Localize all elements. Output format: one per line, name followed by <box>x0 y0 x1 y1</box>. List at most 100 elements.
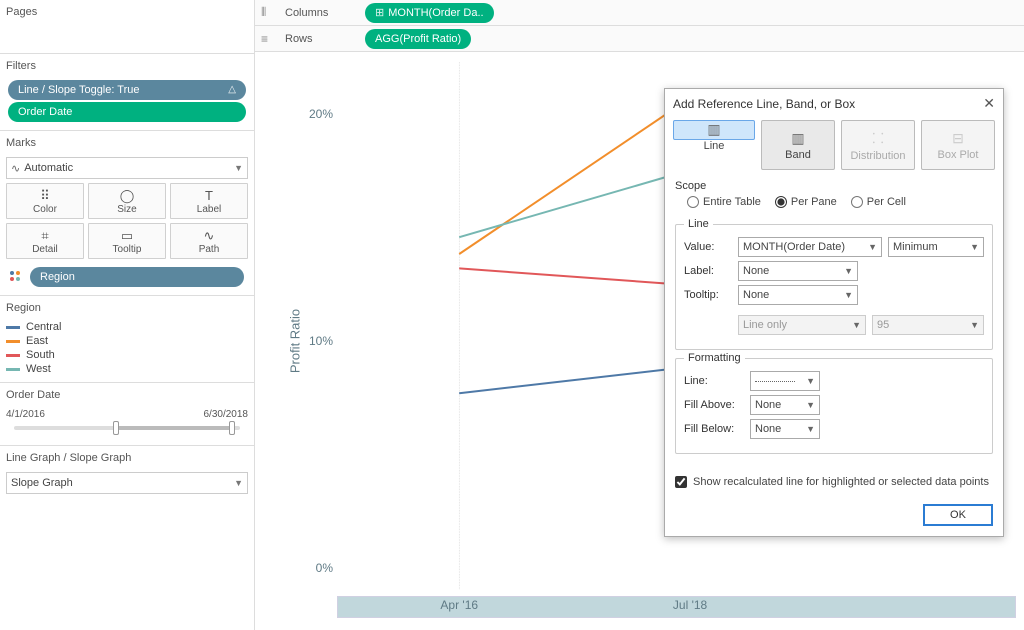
mark-card-path[interactable]: ∿Path <box>170 223 248 259</box>
y-tick: 0% <box>316 561 333 575</box>
ok-button[interactable]: OK <box>923 504 993 526</box>
tab-icon: ⸬ <box>872 129 884 148</box>
rows-icon: ≡ <box>261 32 275 46</box>
columns-icon: ⦀ <box>261 5 275 20</box>
tooltip-select[interactable]: None▼ <box>738 285 858 305</box>
chevron-down-icon: ▼ <box>234 163 243 173</box>
order-date-title: Order Date <box>6 387 248 407</box>
param-dropdown[interactable]: Slope Graph ▼ <box>6 472 248 494</box>
filter-pill-0[interactable]: Line / Slope Toggle: True△ <box>8 80 246 100</box>
columns-pill[interactable]: ⊞MONTH(Order Da.. <box>365 3 494 23</box>
mark-card-detail[interactable]: ⌗Detail <box>6 223 84 259</box>
detail-icon: ⌗ <box>7 228 83 244</box>
dialog-tab-band[interactable]: ▥Band <box>761 120 835 170</box>
series-line-west[interactable] <box>459 170 690 237</box>
tab-icon: ⊟ <box>952 130 964 147</box>
chevron-down-icon: ▼ <box>234 478 243 488</box>
fill-below-label: Fill Below: <box>684 423 744 435</box>
scope-group: Scope Entire Table Per Pane Per Cell <box>675 180 993 216</box>
order-date-range[interactable]: 4/1/2016 6/30/2018 <box>6 409 248 439</box>
order-date-to: 6/30/2018 <box>204 409 249 420</box>
formatting-title: Formatting <box>684 352 745 364</box>
y-tick: 20% <box>309 107 333 121</box>
legend-item-central[interactable]: Central <box>6 320 248 334</box>
mark-type-value: Automatic <box>24 162 73 174</box>
y-axis-title: Profit Ratio <box>288 309 303 373</box>
line-group-title: Line <box>684 218 713 230</box>
line-style-label: Line: <box>684 375 744 387</box>
pages-title: Pages <box>6 4 248 24</box>
tooltip-icon: ▭ <box>89 228 165 244</box>
dialog-tab-box-plot: ⊟Box Plot <box>921 120 995 170</box>
color-encoding-icon <box>8 270 22 285</box>
value-field-select[interactable]: MONTH(Order Date)▼ <box>738 237 882 257</box>
fill-above-label: Fill Above: <box>684 399 744 411</box>
rows-shelf[interactable]: ≡ Rows AGG(Profit Ratio) <box>255 26 1024 52</box>
mark-card-tooltip[interactable]: ▭Tooltip <box>88 223 166 259</box>
legend-item-south[interactable]: South <box>6 348 248 362</box>
mark-type-dropdown[interactable]: ∿ Automatic ▼ <box>6 157 248 179</box>
order-date-from: 4/1/2016 <box>6 409 45 420</box>
filters-title: Filters <box>6 58 248 78</box>
tab-icon: ▥ <box>791 130 804 147</box>
fill-above-select[interactable]: None▼ <box>750 395 820 415</box>
filters-panel: Filters Line / Slope Toggle: True△Order … <box>0 54 254 131</box>
mark-card-color[interactable]: ⠿Color <box>6 183 84 219</box>
rows-label: Rows <box>285 33 353 45</box>
legend-item-east[interactable]: East <box>6 334 248 348</box>
param-value: Slope Graph <box>11 477 73 489</box>
recalc-checkbox[interactable] <box>675 476 687 488</box>
mark-card-size[interactable]: ◯Size <box>88 183 166 219</box>
scope-radio-entire-table[interactable]: Entire Table <box>687 196 761 208</box>
dialog-title: Add Reference Line, Band, or Box <box>673 97 855 111</box>
reference-line-dialog: Add Reference Line, Band, or Box ✕ ▥Line… <box>664 88 1004 537</box>
marks-title: Marks <box>6 135 248 155</box>
mark-card-label[interactable]: TLabel <box>170 183 248 219</box>
columns-shelf[interactable]: ⦀ Columns ⊞MONTH(Order Da.. <box>255 0 1024 26</box>
formatting-group: Formatting Line: ▼ Fill Above: None▼ Fil… <box>675 358 993 454</box>
series-line-south[interactable] <box>459 268 690 285</box>
marks-region-pill[interactable]: Region <box>30 267 244 287</box>
size-icon: ◯ <box>89 188 165 204</box>
range-handle-start[interactable] <box>113 421 119 435</box>
pages-panel: Pages <box>0 0 254 54</box>
param-panel: Line Graph / Slope Graph Slope Graph ▼ <box>0 446 254 504</box>
line-group: Line Value: MONTH(Order Date)▼ Minimum▼ … <box>675 224 993 350</box>
label-icon: T <box>171 188 247 204</box>
value-agg-select[interactable]: Minimum▼ <box>888 237 984 257</box>
label-label: Label: <box>684 265 732 277</box>
dialog-tab-distribution: ⸬Distribution <box>841 120 915 170</box>
line-style-select[interactable]: ▼ <box>750 371 820 391</box>
filter-pill-1[interactable]: Order Date <box>8 102 246 122</box>
legend-item-west[interactable]: West <box>6 362 248 376</box>
recalc-label: Show recalculated line for highlighted o… <box>693 476 989 488</box>
color-icon: ⠿ <box>7 188 83 204</box>
confidence-select: 95▼ <box>872 315 984 335</box>
tooltip-label: Tooltip: <box>684 289 732 301</box>
legend-panel: Region CentralEastSouthWest <box>0 296 254 383</box>
x-tick: Jul '18 <box>673 598 707 612</box>
columns-label: Columns <box>285 7 353 19</box>
label-select[interactable]: None▼ <box>738 261 858 281</box>
scope-radio-per-cell[interactable]: Per Cell <box>851 196 906 208</box>
dialog-tab-line[interactable]: ▥Line <box>673 120 755 140</box>
range-handle-end[interactable] <box>229 421 235 435</box>
marks-panel: Marks ∿ Automatic ▼ ⠿Color◯SizeTLabel ⌗De… <box>0 131 254 296</box>
legend-title: Region <box>6 300 248 320</box>
close-icon[interactable]: ✕ <box>983 95 995 112</box>
rows-pill[interactable]: AGG(Profit Ratio) <box>365 29 471 49</box>
path-icon: ∿ <box>171 228 247 244</box>
x-tick: Apr '16 <box>440 598 478 612</box>
param-title: Line Graph / Slope Graph <box>6 450 248 470</box>
y-tick: 10% <box>309 334 333 348</box>
scope-radio-per-pane[interactable]: Per Pane <box>775 196 837 208</box>
scope-title: Scope <box>675 180 993 192</box>
value-label: Value: <box>684 241 732 253</box>
order-date-panel: Order Date 4/1/2016 6/30/2018 <box>0 383 254 446</box>
tab-icon: ▥ <box>707 121 720 138</box>
series-line-central[interactable] <box>459 367 690 393</box>
side-panel: Pages Filters Line / Slope Toggle: True△… <box>0 0 255 630</box>
series-line-east[interactable] <box>459 98 690 254</box>
line-type-select: Line only▼ <box>738 315 866 335</box>
fill-below-select[interactable]: None▼ <box>750 419 820 439</box>
